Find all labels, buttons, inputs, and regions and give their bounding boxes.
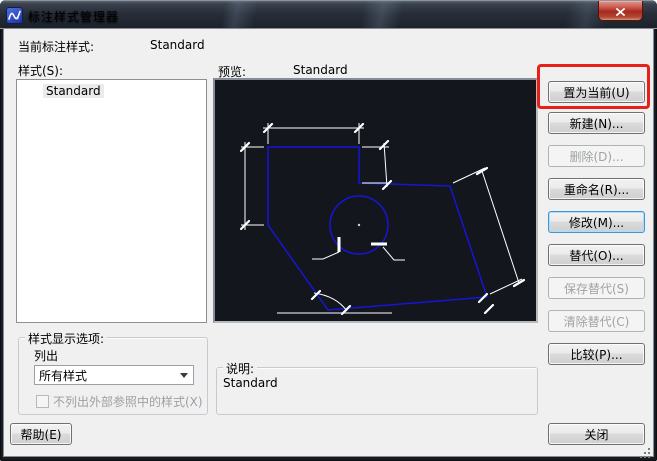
close-icon xyxy=(616,1,625,20)
style-list-item[interactable]: Standard xyxy=(43,84,104,98)
styles-listbox[interactable]: Standard xyxy=(16,79,207,323)
description-group: 说明: Standard xyxy=(216,367,538,415)
preview-canvas xyxy=(213,78,538,323)
compare-button[interactable]: 比较(P)... xyxy=(548,343,645,365)
delete-button: 删除(D)... xyxy=(548,145,645,167)
preview-style-name: Standard xyxy=(293,63,348,77)
xref-checkbox-label: 不列出外部参照中的样式(X) xyxy=(53,393,203,410)
override-button[interactable]: 替代(O)... xyxy=(548,244,645,266)
dialog-client-area: 当前标注样式: Standard 样式(S): Standard 预览: Sta… xyxy=(4,29,653,456)
current-style-value: Standard xyxy=(150,38,205,52)
set-current-button[interactable]: 置为当前(U) xyxy=(548,81,645,103)
close-dialog-button[interactable]: 关闭 xyxy=(548,423,645,445)
modify-button[interactable]: 修改(M)... xyxy=(548,211,645,233)
save-override-button: 保存替代(S) xyxy=(548,277,645,299)
rename-button[interactable]: 重命名(R)... xyxy=(548,178,645,200)
list-label: 列出 xyxy=(34,347,58,364)
clear-override-button: 清除替代(C) xyxy=(548,310,645,332)
app-logo-icon xyxy=(6,7,23,24)
close-button[interactable] xyxy=(598,1,643,21)
current-style-label: 当前标注样式: xyxy=(18,38,94,55)
style-filter-dropdown[interactable]: 所有样式 xyxy=(34,365,194,385)
window-title: 标注样式管理器 xyxy=(28,8,119,25)
display-options-label: 样式显示选项: xyxy=(25,330,107,347)
new-button[interactable]: 新建(N)... xyxy=(548,112,645,134)
title-bar[interactable]: 标注样式管理器 xyxy=(0,0,657,29)
resize-grip-icon[interactable] xyxy=(639,444,651,456)
help-button[interactable]: 帮助(E) xyxy=(10,423,72,445)
styles-list-label: 样式(S): xyxy=(18,62,63,79)
display-options-group: 样式显示选项: 列出 所有样式 不列出外部参照中的样式(X) xyxy=(18,337,208,415)
dropdown-arrow-icon[interactable] xyxy=(175,366,193,384)
dimension-preview-drawing xyxy=(215,80,536,321)
dropdown-selected-value: 所有样式 xyxy=(35,367,175,384)
xref-checkbox xyxy=(36,395,49,408)
dimension-style-manager-dialog: 标注样式管理器 当前标注样式: Standard 样式(S): Standard… xyxy=(0,0,657,461)
xref-checkbox-row: 不列出外部参照中的样式(X) xyxy=(36,393,203,410)
description-value: Standard xyxy=(223,376,278,390)
description-label: 说明: xyxy=(223,360,257,377)
